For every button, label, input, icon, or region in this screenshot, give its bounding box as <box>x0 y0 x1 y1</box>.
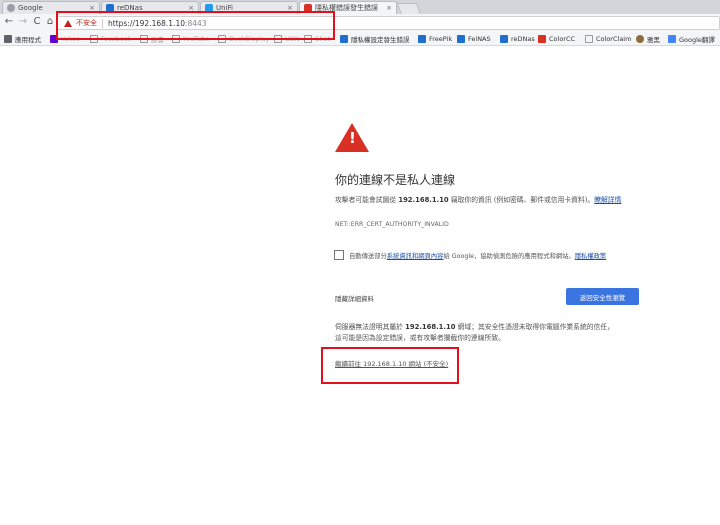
privacy-error-page: ! 你的連線不是私人連線 攻擊者可能會試圖從 192.168.1.10 竊取你的… <box>0 47 720 525</box>
reload-icon[interactable]: C <box>30 15 44 29</box>
page-title: 你的連線不是私人連線 <box>335 173 456 187</box>
apps-grid-icon <box>4 35 12 43</box>
adobe-icon <box>538 35 546 43</box>
report-checkbox[interactable] <box>334 250 344 260</box>
bookmark-feinas[interactable]: FeiNAS <box>457 34 491 44</box>
proceed-link-highlight <box>321 347 459 384</box>
bookmark-yahei[interactable]: 雅黑 <box>636 34 660 44</box>
bookmark-privacy-error[interactable]: 隱私權設定發生錯誤 <box>340 34 410 44</box>
privacy-policy-link[interactable]: 隱私權政策 <box>575 253 606 260</box>
system-info-link[interactable]: 系統資訊和網頁內容 <box>387 253 444 260</box>
bookmark-colorcc[interactable]: ColorCC <box>538 34 575 44</box>
page-icon <box>585 35 593 43</box>
google-g-icon <box>7 4 15 12</box>
redrive-icon <box>500 35 508 43</box>
home-icon[interactable]: ⌂ <box>43 15 57 29</box>
address-bar-highlight <box>56 11 335 40</box>
forward-arrow-icon[interactable]: → <box>16 15 30 29</box>
back-arrow-icon[interactable]: ← <box>2 15 16 29</box>
close-tab-icon[interactable]: × <box>386 4 392 12</box>
bookmark-rednas[interactable]: reDNas <box>500 34 535 44</box>
bookmark-apps[interactable]: 應用程式 <box>4 34 41 44</box>
freepik-icon <box>418 35 426 43</box>
report-checkbox-label: 自動傳送部分系統資訊和網頁內容給 Google，協助偵測危險的應用程式和網站。隱… <box>349 252 607 260</box>
warning-description: 攻擊者可能會試圖從 192.168.1.10 竊取你的資訊 (例如密碼、郵件或信… <box>335 196 622 204</box>
bookmark-colorclaim[interactable]: ColorClaim <box>585 34 631 44</box>
cookie-icon <box>636 35 644 43</box>
hide-details-button[interactable]: 隱藏詳細資料 <box>335 293 374 303</box>
report-checkbox-row: 自動傳送部分系統資訊和網頁內容給 Google，協助偵測危險的應用程式和網站。隱… <box>334 250 606 260</box>
u-icon <box>340 35 348 43</box>
back-to-safety-button[interactable]: 返回安全性瀏覽 <box>566 288 639 305</box>
bookmark-google-translate[interactable]: Google翻譯 <box>668 34 715 44</box>
bookmark-freepik[interactable]: FreePik <box>418 34 452 44</box>
translate-icon <box>668 35 676 43</box>
error-code: NET::ERR_CERT_AUTHORITY_INVALID <box>335 221 449 228</box>
warning-triangle-icon: ! <box>335 123 369 152</box>
feinas-icon <box>457 35 465 43</box>
details-description: 伺服器無法證明其屬於 192.168.1.10 網域；其安全性憑證未取得你電腦作… <box>335 323 614 342</box>
learn-more-link[interactable]: 瞭解詳情 <box>594 196 621 204</box>
